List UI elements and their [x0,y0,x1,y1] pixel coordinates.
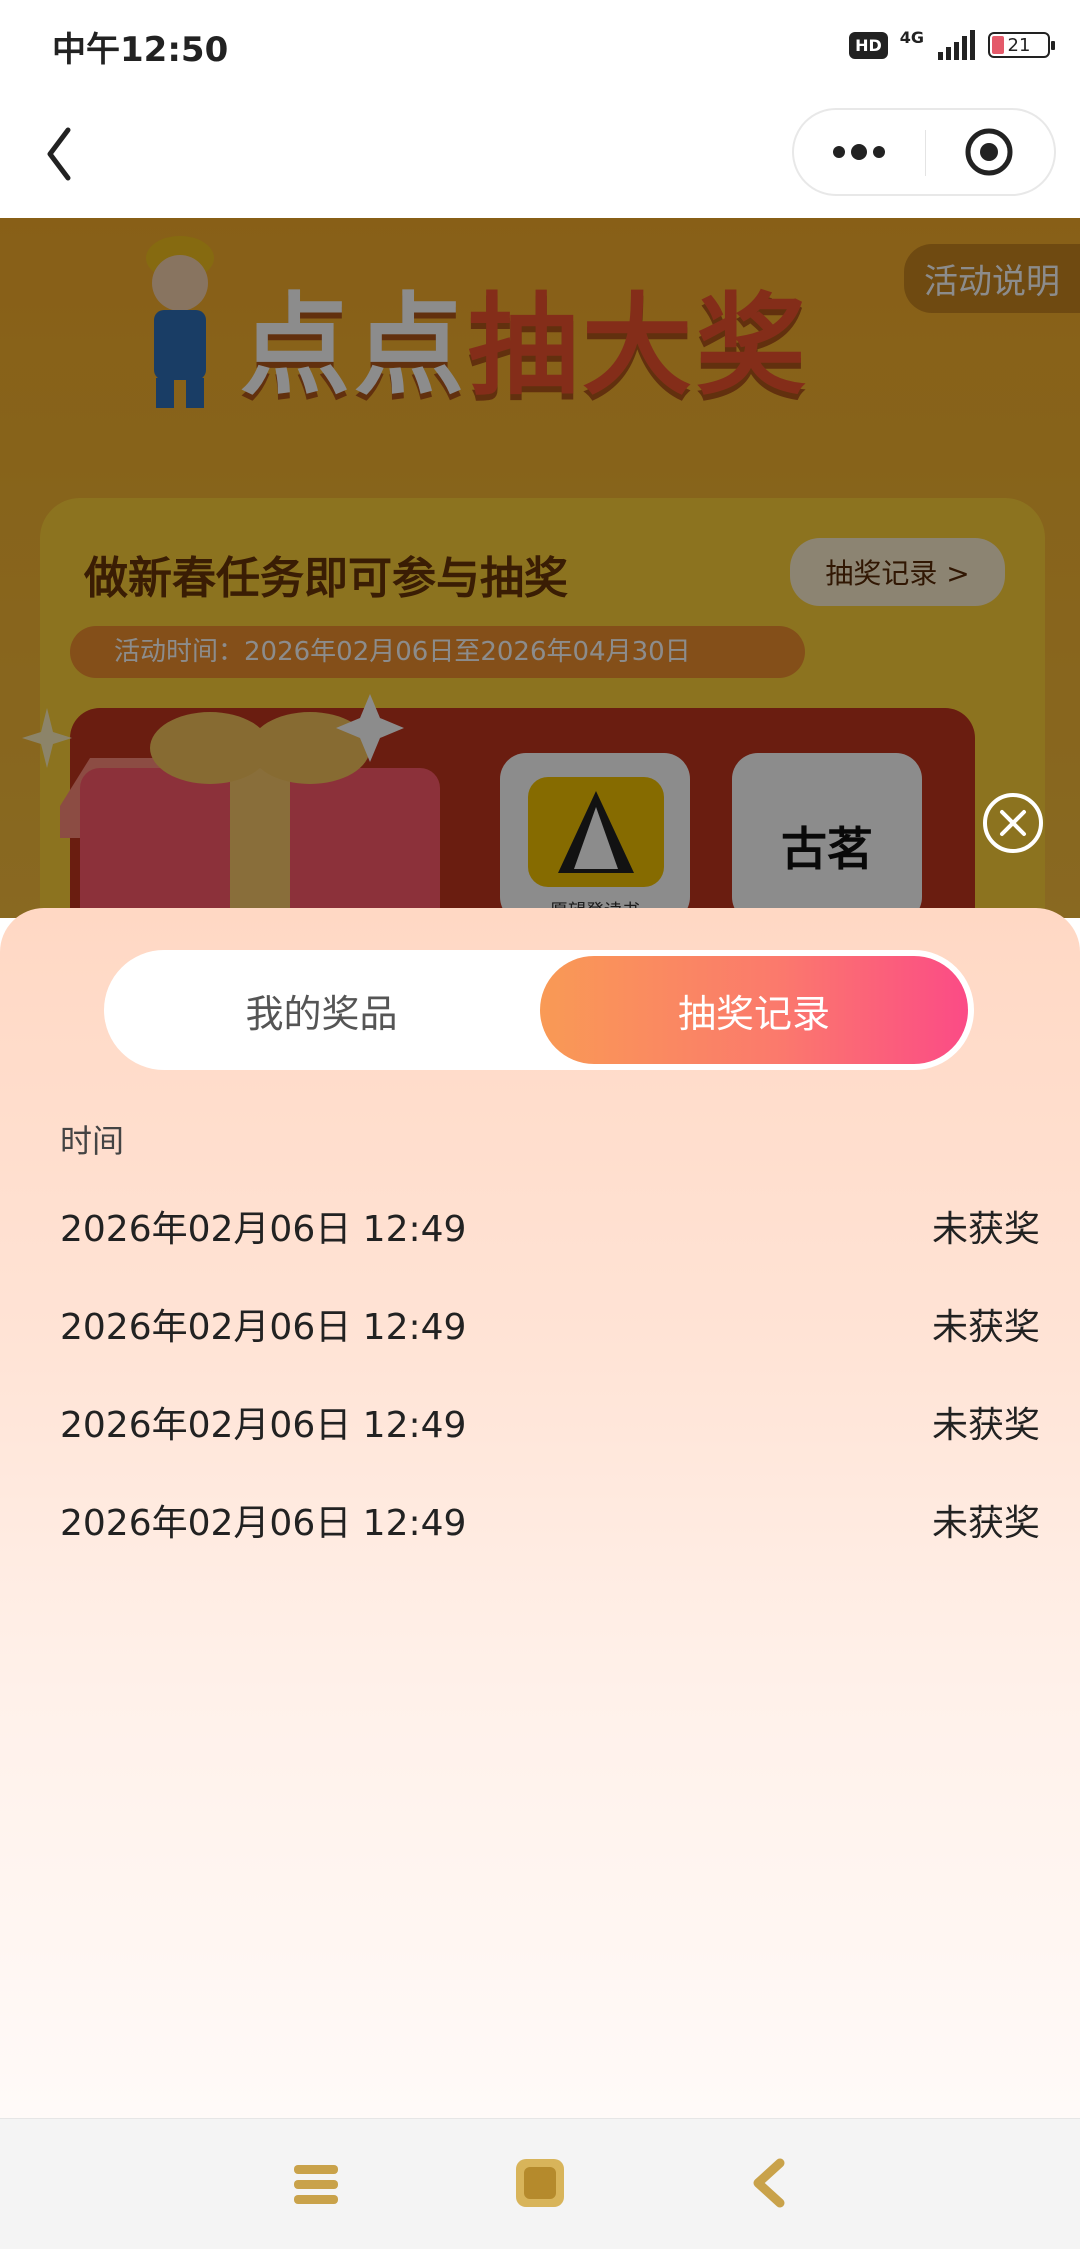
lottery-sheet: 我的奖品 抽奖记录 时间 2026年02月06日 12:49 未获奖 2026年… [0,908,1080,2118]
battery-icon: 21 [988,32,1055,58]
home-button[interactable] [510,2153,570,2213]
status-icons: HD 4G 21 [849,24,1055,66]
system-back-button[interactable] [740,2153,800,2213]
status-time: 中午12:50 [52,30,229,70]
record-result: 未获奖 [931,1405,1040,1446]
record-time: 2026年02月06日 12:49 [60,1405,467,1446]
network-label: 4G [899,27,924,47]
more-button[interactable] [794,110,924,194]
menu-button[interactable] [286,2153,346,2213]
back-button[interactable] [36,122,96,186]
tab-my-prizes[interactable]: 我的奖品 [104,950,539,1070]
signal-icon [938,30,975,60]
hd-icon: HD [849,31,888,59]
back-icon [753,2158,785,2208]
mini-program-capsule [792,108,1056,196]
record-row: 2026年02月06日 12:49 未获奖 [0,1188,1080,1286]
menu-icon [294,2165,338,2204]
battery-level: 21 [1007,34,1031,56]
record-result: 未获奖 [931,1307,1040,1348]
sheet-tabs: 我的奖品 抽奖记录 [104,950,974,1070]
target-icon [965,128,1013,176]
status-bar: 中午12:50 HD 4G 21 [0,0,1080,90]
close-sheet-button[interactable] [981,791,1045,855]
tab-lottery-records[interactable]: 抽奖记录 [540,956,968,1064]
records-list: 2026年02月06日 12:49 未获奖 2026年02月06日 12:49 … [0,1188,1080,1580]
close-circle-icon [983,793,1043,853]
column-header-time: 时间 [60,1122,125,1160]
record-result: 未获奖 [931,1503,1040,1544]
chevron-left-icon [47,127,71,181]
record-time: 2026年02月06日 12:49 [60,1307,467,1348]
record-time: 2026年02月06日 12:49 [60,1209,467,1250]
record-result: 未获奖 [931,1209,1040,1250]
more-dots-icon [833,144,885,160]
system-nav-bar [0,2118,1080,2249]
dim-overlay[interactable] [0,218,1080,918]
close-miniprogram-button[interactable] [924,110,1054,194]
nav-bar [0,90,1080,218]
record-row: 2026年02月06日 12:49 未获奖 [0,1286,1080,1384]
record-row: 2026年02月06日 12:49 未获奖 [0,1384,1080,1482]
record-row: 2026年02月06日 12:49 未获奖 [0,1482,1080,1580]
home-icon [516,2159,564,2207]
record-time: 2026年02月06日 12:49 [60,1503,467,1544]
